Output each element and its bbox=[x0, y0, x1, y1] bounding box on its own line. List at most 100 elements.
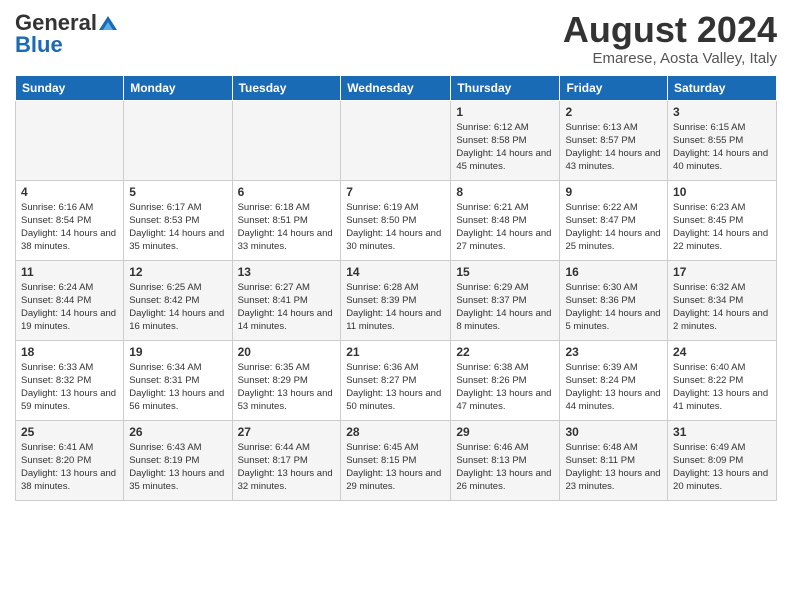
day-info: Sunrise: 6:17 AM Sunset: 8:53 PM Dayligh… bbox=[129, 201, 226, 254]
day-info: Sunrise: 6:49 AM Sunset: 8:09 PM Dayligh… bbox=[673, 441, 771, 494]
day-number: 23 bbox=[565, 345, 662, 359]
day-info: Sunrise: 6:24 AM Sunset: 8:44 PM Dayligh… bbox=[21, 281, 118, 334]
day-info: Sunrise: 6:30 AM Sunset: 8:36 PM Dayligh… bbox=[565, 281, 662, 334]
day-info: Sunrise: 6:36 AM Sunset: 8:27 PM Dayligh… bbox=[346, 361, 445, 414]
day-cell: 4Sunrise: 6:16 AM Sunset: 8:54 PM Daylig… bbox=[16, 180, 124, 260]
day-number: 14 bbox=[346, 265, 445, 279]
day-cell: 12Sunrise: 6:25 AM Sunset: 8:42 PM Dayli… bbox=[124, 260, 232, 340]
day-number: 22 bbox=[456, 345, 554, 359]
day-cell: 16 Sunrise: 6:30 AM Sunset: 8:36 PM Dayli… bbox=[560, 260, 668, 340]
day-number: 17 bbox=[673, 265, 771, 279]
day-cell: 7 Sunrise: 6:19 AM Sunset: 8:50 PM Daylig… bbox=[341, 180, 451, 260]
calendar-table: SundayMondayTuesdayWednesdayThursdayFrid… bbox=[15, 75, 777, 501]
day-cell: 13 Sunrise: 6:27 AM Sunset: 8:41 PM Dayli… bbox=[232, 260, 341, 340]
day-cell bbox=[124, 100, 232, 180]
day-cell: 21 Sunrise: 6:36 AM Sunset: 8:27 PM Dayli… bbox=[341, 340, 451, 420]
day-cell: 17 Sunrise: 6:32 AM Sunset: 8:34 PM Dayli… bbox=[668, 260, 777, 340]
day-number: 29 bbox=[456, 425, 554, 439]
week-row-0: 1 Sunrise: 6:12 AM Sunset: 8:58 PM Daylig… bbox=[16, 100, 777, 180]
day-number: 31 bbox=[673, 425, 771, 439]
day-info: Sunrise: 6:35 AM Sunset: 8:29 PM Dayligh… bbox=[238, 361, 336, 414]
day-cell: 9 Sunrise: 6:22 AM Sunset: 8:47 PM Daylig… bbox=[560, 180, 668, 260]
header: General Blue August 2024 Emarese, Aosta … bbox=[15, 10, 777, 67]
day-number: 1 bbox=[456, 105, 554, 119]
week-row-4: 25 Sunrise: 6:41 AM Sunset: 8:20 PM Dayli… bbox=[16, 420, 777, 500]
day-info: Sunrise: 6:44 AM Sunset: 8:17 PM Dayligh… bbox=[238, 441, 336, 494]
day-number: 5 bbox=[129, 185, 226, 199]
day-info: Sunrise: 6:38 AM Sunset: 8:26 PM Dayligh… bbox=[456, 361, 554, 414]
col-header-tuesday: Tuesday bbox=[232, 75, 341, 100]
day-info: Sunrise: 6:32 AM Sunset: 8:34 PM Dayligh… bbox=[673, 281, 771, 334]
day-number: 6 bbox=[238, 185, 336, 199]
day-number: 9 bbox=[565, 185, 662, 199]
day-cell: 5 Sunrise: 6:17 AM Sunset: 8:53 PM Daylig… bbox=[124, 180, 232, 260]
day-info: Sunrise: 6:39 AM Sunset: 8:24 PM Dayligh… bbox=[565, 361, 662, 414]
day-cell: 24 Sunrise: 6:40 AM Sunset: 8:22 PM Dayli… bbox=[668, 340, 777, 420]
day-cell: 18Sunrise: 6:33 AM Sunset: 8:32 PM Dayli… bbox=[16, 340, 124, 420]
day-number: 13 bbox=[238, 265, 336, 279]
day-number: 10 bbox=[673, 185, 771, 199]
day-info: Sunrise: 6:18 AM Sunset: 8:51 PM Dayligh… bbox=[238, 201, 336, 254]
day-cell: 6 Sunrise: 6:18 AM Sunset: 8:51 PM Daylig… bbox=[232, 180, 341, 260]
col-header-saturday: Saturday bbox=[668, 75, 777, 100]
day-info: Sunrise: 6:15 AM Sunset: 8:55 PM Dayligh… bbox=[673, 121, 771, 174]
day-info: Sunrise: 6:41 AM Sunset: 8:20 PM Dayligh… bbox=[21, 441, 118, 494]
day-number: 11 bbox=[21, 265, 118, 279]
day-number: 30 bbox=[565, 425, 662, 439]
day-cell: 22 Sunrise: 6:38 AM Sunset: 8:26 PM Dayli… bbox=[451, 340, 560, 420]
day-number: 20 bbox=[238, 345, 336, 359]
day-cell: 15 Sunrise: 6:29 AM Sunset: 8:37 PM Dayli… bbox=[451, 260, 560, 340]
day-number: 16 bbox=[565, 265, 662, 279]
day-cell: 27 Sunrise: 6:44 AM Sunset: 8:17 PM Dayli… bbox=[232, 420, 341, 500]
day-info: Sunrise: 6:33 AM Sunset: 8:32 PM Dayligh… bbox=[21, 361, 118, 414]
day-info: Sunrise: 6:22 AM Sunset: 8:47 PM Dayligh… bbox=[565, 201, 662, 254]
day-cell: 14 Sunrise: 6:28 AM Sunset: 8:39 PM Dayli… bbox=[341, 260, 451, 340]
day-cell bbox=[232, 100, 341, 180]
week-row-1: 4Sunrise: 6:16 AM Sunset: 8:54 PM Daylig… bbox=[16, 180, 777, 260]
day-cell: 11 Sunrise: 6:24 AM Sunset: 8:44 PM Dayli… bbox=[16, 260, 124, 340]
page: General Blue August 2024 Emarese, Aosta … bbox=[0, 0, 792, 612]
logo-icon bbox=[99, 16, 117, 30]
logo: General Blue bbox=[15, 10, 117, 58]
header-row: SundayMondayTuesdayWednesdayThursdayFrid… bbox=[16, 75, 777, 100]
day-info: Sunrise: 6:19 AM Sunset: 8:50 PM Dayligh… bbox=[346, 201, 445, 254]
title-area: August 2024 Emarese, Aosta Valley, Italy bbox=[563, 10, 777, 67]
day-info: Sunrise: 6:43 AM Sunset: 8:19 PM Dayligh… bbox=[129, 441, 226, 494]
day-info: Sunrise: 6:23 AM Sunset: 8:45 PM Dayligh… bbox=[673, 201, 771, 254]
location: Emarese, Aosta Valley, Italy bbox=[563, 50, 777, 67]
day-number: 15 bbox=[456, 265, 554, 279]
day-info: Sunrise: 6:46 AM Sunset: 8:13 PM Dayligh… bbox=[456, 441, 554, 494]
day-cell: 3 Sunrise: 6:15 AM Sunset: 8:55 PM Daylig… bbox=[668, 100, 777, 180]
day-info: Sunrise: 6:21 AM Sunset: 8:48 PM Dayligh… bbox=[456, 201, 554, 254]
day-cell: 26Sunrise: 6:43 AM Sunset: 8:19 PM Dayli… bbox=[124, 420, 232, 500]
day-cell: 30 Sunrise: 6:48 AM Sunset: 8:11 PM Dayli… bbox=[560, 420, 668, 500]
day-info: Sunrise: 6:29 AM Sunset: 8:37 PM Dayligh… bbox=[456, 281, 554, 334]
day-info: Sunrise: 6:48 AM Sunset: 8:11 PM Dayligh… bbox=[565, 441, 662, 494]
col-header-wednesday: Wednesday bbox=[341, 75, 451, 100]
day-cell bbox=[341, 100, 451, 180]
day-number: 24 bbox=[673, 345, 771, 359]
day-number: 21 bbox=[346, 345, 445, 359]
day-cell: 1 Sunrise: 6:12 AM Sunset: 8:58 PM Daylig… bbox=[451, 100, 560, 180]
day-cell: 2Sunrise: 6:13 AM Sunset: 8:57 PM Daylig… bbox=[560, 100, 668, 180]
day-cell: 29 Sunrise: 6:46 AM Sunset: 8:13 PM Dayli… bbox=[451, 420, 560, 500]
day-cell: 23 Sunrise: 6:39 AM Sunset: 8:24 PM Dayli… bbox=[560, 340, 668, 420]
day-number: 25 bbox=[21, 425, 118, 439]
day-number: 2 bbox=[565, 105, 662, 119]
day-info: Sunrise: 6:27 AM Sunset: 8:41 PM Dayligh… bbox=[238, 281, 336, 334]
logo-blue: Blue bbox=[15, 32, 63, 58]
day-info: Sunrise: 6:12 AM Sunset: 8:58 PM Dayligh… bbox=[456, 121, 554, 174]
day-number: 7 bbox=[346, 185, 445, 199]
day-info: Sunrise: 6:25 AM Sunset: 8:42 PM Dayligh… bbox=[129, 281, 226, 334]
day-number: 27 bbox=[238, 425, 336, 439]
col-header-sunday: Sunday bbox=[16, 75, 124, 100]
day-info: Sunrise: 6:40 AM Sunset: 8:22 PM Dayligh… bbox=[673, 361, 771, 414]
day-info: Sunrise: 6:28 AM Sunset: 8:39 PM Dayligh… bbox=[346, 281, 445, 334]
day-cell bbox=[16, 100, 124, 180]
day-number: 3 bbox=[673, 105, 771, 119]
day-info: Sunrise: 6:34 AM Sunset: 8:31 PM Dayligh… bbox=[129, 361, 226, 414]
day-cell: 8Sunrise: 6:21 AM Sunset: 8:48 PM Daylig… bbox=[451, 180, 560, 260]
col-header-monday: Monday bbox=[124, 75, 232, 100]
month-title: August 2024 bbox=[563, 10, 777, 50]
col-header-thursday: Thursday bbox=[451, 75, 560, 100]
